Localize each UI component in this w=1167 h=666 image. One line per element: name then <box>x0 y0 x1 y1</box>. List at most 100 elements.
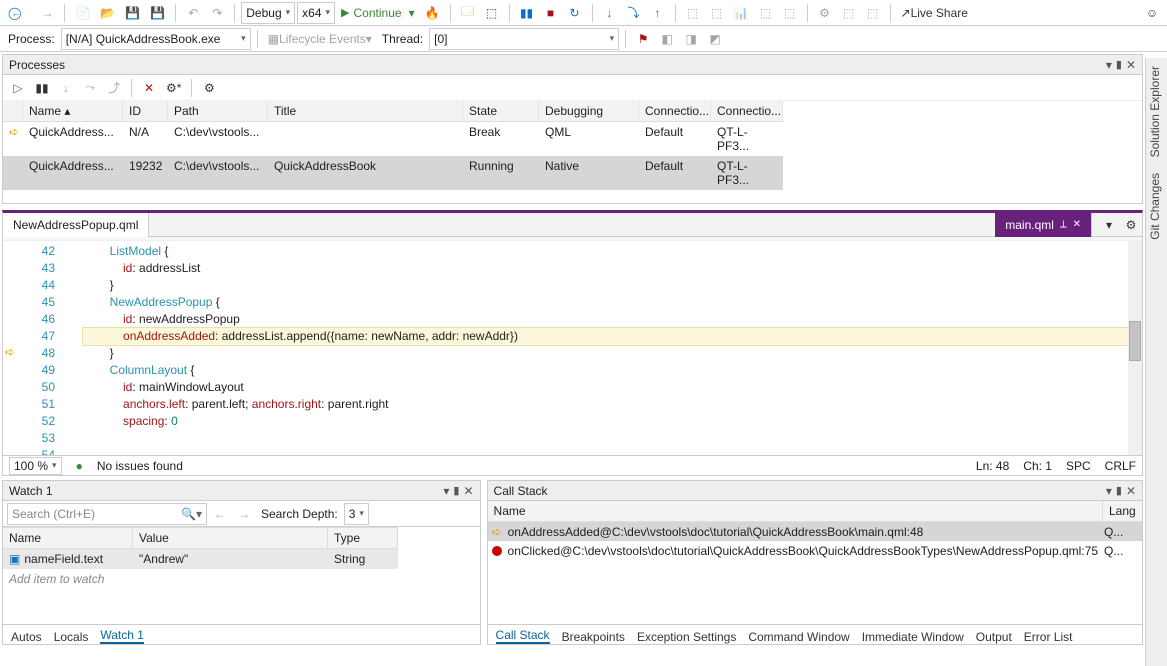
watch-row[interactable]: ▣nameField.text <box>3 549 133 569</box>
watch-search-input[interactable]: Search (Ctrl+E)🔍▾ <box>7 503 207 525</box>
config-dropdown[interactable]: Debug▾ <box>241 2 295 24</box>
scrollbar-thumb[interactable] <box>1129 321 1141 361</box>
redo-icon[interactable]: ↷ <box>206 2 228 24</box>
thread-dropdown[interactable]: [0]▾ <box>429 28 619 50</box>
restart-icon[interactable]: ↻ <box>564 2 586 24</box>
tab-exception[interactable]: Exception Settings <box>637 630 736 644</box>
detach-proc-icon[interactable]: ✕ <box>138 77 160 99</box>
misc3-icon[interactable]: 📊 <box>730 2 753 24</box>
close-icon[interactable]: ✕ <box>1126 484 1136 498</box>
feedback-icon[interactable]: ☺ <box>1141 2 1163 24</box>
watch-col-name[interactable]: Name <box>3 527 133 549</box>
misc1-icon[interactable]: ⬚ <box>682 2 704 24</box>
zoom-dropdown[interactable]: 100 %▾ <box>9 457 62 475</box>
col-conn2[interactable]: Connectio... <box>711 101 783 122</box>
col-id[interactable]: ID <box>123 101 168 122</box>
detach1-icon[interactable]: ⤳ <box>79 77 101 99</box>
new-item-icon[interactable]: 📄 <box>71 2 94 24</box>
tab-autos[interactable]: Autos <box>11 630 42 644</box>
stack1-icon[interactable]: ◧ <box>656 28 678 50</box>
watch-col-type[interactable]: Type <box>328 527 398 549</box>
stack2-icon[interactable]: ◨ <box>680 28 702 50</box>
editor-tab-newaddress[interactable]: NewAddressPopup.qml <box>3 213 149 237</box>
tab-callstack[interactable]: Call Stack <box>496 628 550 644</box>
col-debug[interactable]: Debugging <box>539 101 639 122</box>
process-dropdown[interactable]: [N/A] QuickAddressBook.exe▾ <box>61 28 251 50</box>
step-proc-icon[interactable]: ↓ <box>55 77 77 99</box>
save-icon[interactable]: 💾 <box>121 2 144 24</box>
misc5-icon[interactable]: ⬚ <box>779 2 801 24</box>
hot-reload-icon[interactable]: 🔥 <box>421 2 444 24</box>
pin-icon[interactable]: ▮ <box>1116 484 1122 498</box>
cs-col-name[interactable]: Name <box>488 501 1102 521</box>
liveshare-button[interactable]: ↗ Live Share <box>897 2 972 24</box>
tab-command[interactable]: Command Window <box>748 630 849 644</box>
depth-dropdown[interactable]: 3▾ <box>344 503 369 525</box>
eol-indicator[interactable]: CRLF <box>1105 459 1136 473</box>
layout-icon[interactable]: ⬚ <box>481 2 503 24</box>
window-pos-icon[interactable]: ▾ <box>1106 58 1112 72</box>
add-watch-item[interactable]: Add item to watch <box>3 569 398 589</box>
misc4-icon[interactable]: ⬚ <box>755 2 777 24</box>
search-icon[interactable]: 🔍▾ <box>181 507 202 521</box>
pause-icon[interactable]: ▮▮ <box>516 2 538 24</box>
window-pos-icon[interactable]: ▾ <box>1106 484 1112 498</box>
misc7-icon[interactable]: ⬚ <box>838 2 860 24</box>
col-conn1[interactable]: Connectio... <box>639 101 711 122</box>
tab-locals[interactable]: Locals <box>54 630 89 644</box>
solution-explorer-tab[interactable]: Solution Explorer <box>1148 66 1165 157</box>
window-icon[interactable]: 🗔 <box>457 2 479 24</box>
nav-back-icon[interactable]: ◯← <box>4 2 34 24</box>
close-icon[interactable]: ✕ <box>463 484 473 498</box>
col-name[interactable]: Name ▴ <box>23 101 123 122</box>
editor-tab-main[interactable]: main.qml⟂✕ <box>995 213 1092 237</box>
window-pos-icon[interactable]: ▾ <box>443 484 449 498</box>
pin-tab-icon[interactable]: ⟂ <box>1060 219 1067 230</box>
step-over-icon[interactable]: ⤵ <box>623 2 645 24</box>
flag-icon[interactable]: ⚑ <box>632 28 654 50</box>
tab-errorlist[interactable]: Error List <box>1024 630 1073 644</box>
callstack-row[interactable]: onClicked@C:\dev\vstools\doc\tutorial\Qu… <box>488 541 1142 560</box>
lifecycle-button[interactable]: ▦ Lifecycle Events ▾ <box>264 28 376 50</box>
open-icon[interactable]: 📂 <box>96 2 119 24</box>
pause-proc-icon[interactable]: ▮▮ <box>31 77 53 99</box>
detach2-icon[interactable]: ⤴ <box>103 77 125 99</box>
misc8-icon[interactable]: ⬚ <box>862 2 884 24</box>
step-into-icon[interactable]: ↓ <box>599 2 621 24</box>
watch-col-value[interactable]: Value <box>133 527 328 549</box>
step-out-icon[interactable]: ↑ <box>647 2 669 24</box>
line-indicator[interactable]: Ln: 48 <box>976 459 1009 473</box>
stack3-icon[interactable]: ◩ <box>704 28 726 50</box>
misc6-icon[interactable]: ⚙ <box>814 2 836 24</box>
undo-icon[interactable]: ↶ <box>182 2 204 24</box>
pin-icon[interactable]: ▮ <box>1116 58 1122 72</box>
tab-breakpoints[interactable]: Breakpoints <box>562 630 625 644</box>
scrollbar-track[interactable] <box>1128 241 1142 455</box>
col-state[interactable]: State <box>463 101 539 122</box>
tab-watch1[interactable]: Watch 1 <box>100 628 144 644</box>
git-changes-tab[interactable]: Git Changes <box>1148 173 1165 240</box>
cs-col-lang[interactable]: Lang <box>1102 501 1142 521</box>
col-path[interactable]: Path <box>168 101 268 122</box>
char-indicator[interactable]: Ch: 1 <box>1023 459 1052 473</box>
continue-button[interactable]: ▶Continue▾ <box>337 2 419 24</box>
tab-output[interactable]: Output <box>976 630 1012 644</box>
editor-gear-icon[interactable]: ⚙ <box>1120 214 1142 236</box>
close-icon[interactable]: ✕ <box>1126 58 1136 72</box>
proc-row[interactable]: QuickAddress... <box>23 122 123 156</box>
stop-icon[interactable]: ■ <box>540 2 562 24</box>
pin-icon[interactable]: ▮ <box>453 484 459 498</box>
callstack-row[interactable]: ➪ onAddressAdded@C:\dev\vstools\doc\tuto… <box>488 522 1142 541</box>
save-all-icon[interactable]: 💾 <box>146 2 169 24</box>
close-tab-icon[interactable]: ✕ <box>1073 219 1081 230</box>
misc2-icon[interactable]: ⬚ <box>706 2 728 24</box>
gear-proc2-icon[interactable]: ⚙ <box>198 77 220 99</box>
platform-dropdown[interactable]: x64▾ <box>297 2 335 24</box>
continue-proc-icon[interactable]: ▷ <box>7 77 29 99</box>
col-title[interactable]: Title <box>268 101 463 122</box>
proc-row[interactable]: QuickAddress... <box>23 156 123 190</box>
tab-immediate[interactable]: Immediate Window <box>862 630 964 644</box>
code-editor[interactable]: 42434445464748495051525354 ListModel { i… <box>3 241 1142 455</box>
gear-proc-icon[interactable]: ⚙* <box>162 77 185 99</box>
editor-overflow-icon[interactable]: ▾ <box>1098 214 1120 236</box>
